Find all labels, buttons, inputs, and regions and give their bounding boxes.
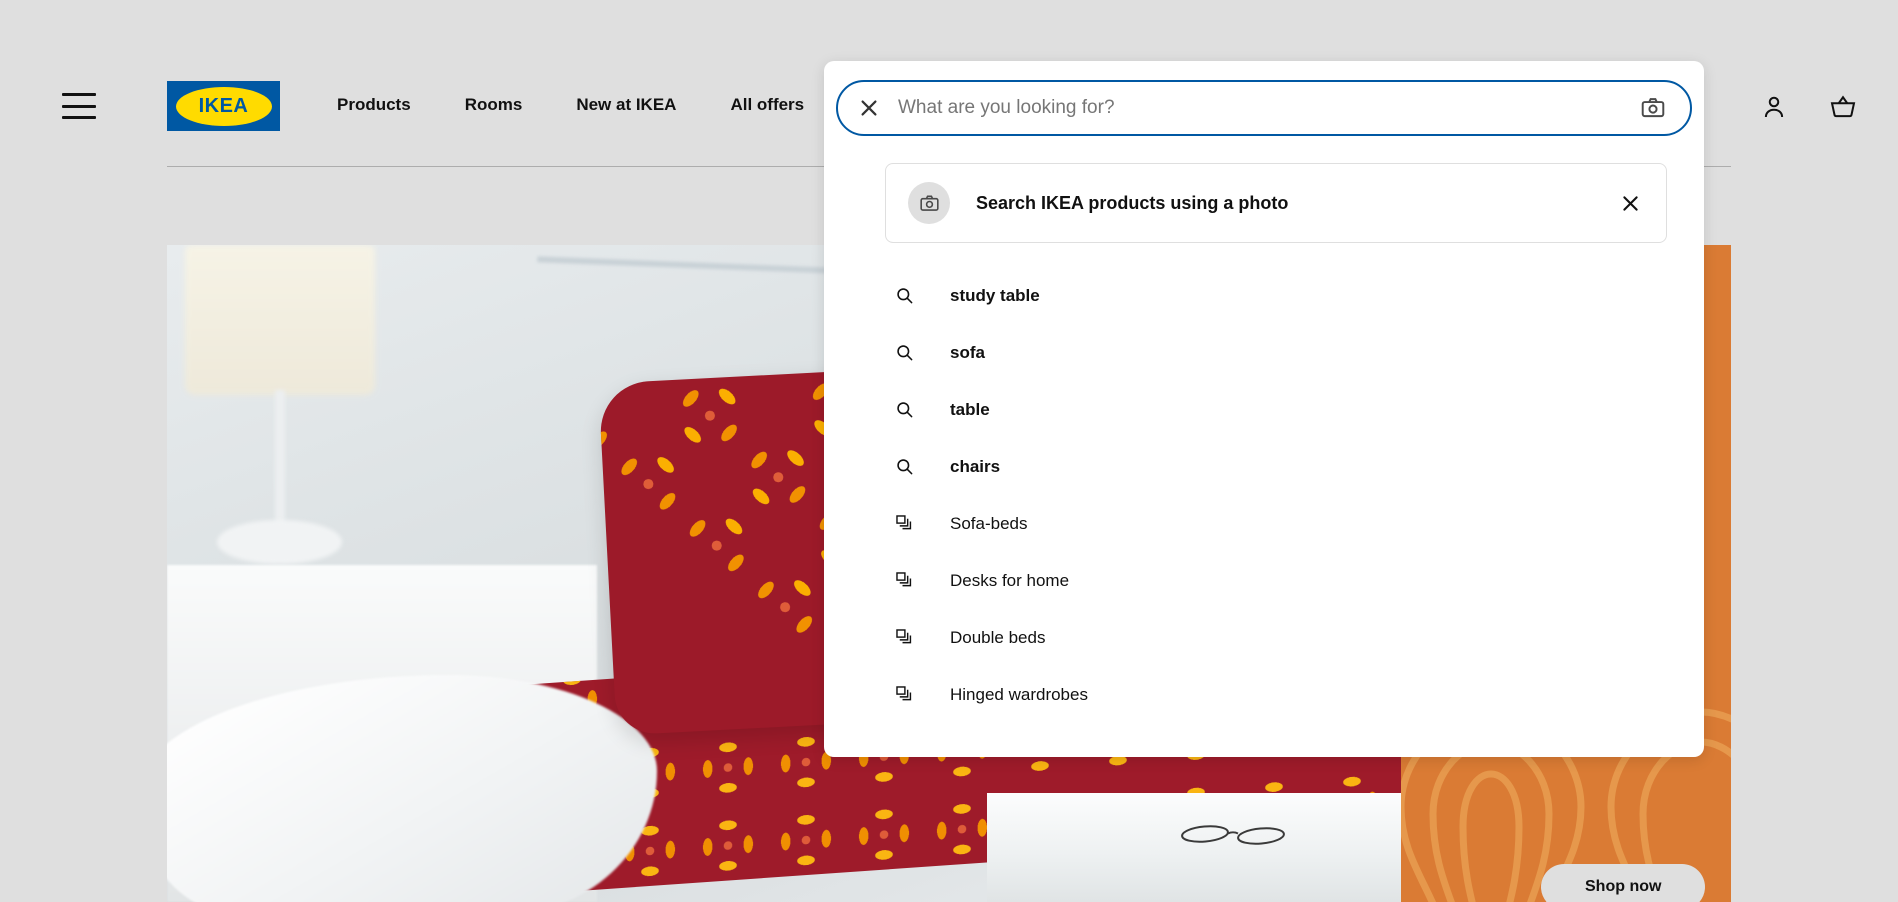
nav-item-rooms[interactable]: Rooms [465, 95, 523, 115]
nav-item-all-offers[interactable]: All offers [730, 95, 804, 115]
eyeglasses [1179, 823, 1291, 845]
hero-cta-button[interactable]: Shop now [1541, 864, 1706, 902]
person-icon[interactable] [1759, 92, 1789, 122]
category-icon [876, 628, 932, 647]
hamburger-icon[interactable] [62, 93, 96, 119]
category-icon [876, 571, 932, 590]
white-duvet [167, 675, 657, 902]
suggestion-label: Hinged wardrobes [950, 684, 1088, 704]
suggestion-label: Sofa-beds [950, 513, 1028, 533]
close-icon[interactable] [844, 82, 894, 134]
suggestion-desks-for-home[interactable]: Desks for home [824, 552, 1704, 609]
shopping-basket-icon[interactable] [1828, 92, 1858, 122]
search-icon [876, 286, 932, 305]
header-actions [1759, 92, 1858, 122]
camera-icon [908, 182, 950, 224]
suggestion-label: Desks for home [950, 570, 1070, 590]
suggestion-sofa[interactable]: sofa [824, 324, 1704, 381]
category-icon [876, 514, 932, 533]
suggestion-table[interactable]: table [824, 381, 1704, 438]
suggestion-label: study table [950, 285, 1040, 305]
suggestion-study-table[interactable]: study table [824, 267, 1704, 324]
suggestion-double-beds[interactable]: Double beds [824, 609, 1704, 666]
suggestion-label: table [950, 399, 990, 419]
category-icon [876, 685, 932, 704]
ikea-homepage: IKEA Products Rooms New at IKEA All offe… [0, 0, 1898, 902]
bedside-table [987, 793, 1401, 902]
close-icon[interactable] [1604, 177, 1656, 229]
lamp-base [217, 520, 342, 564]
suggestion-label: sofa [950, 342, 985, 362]
hamburger-line [62, 93, 96, 96]
suggestion-label: Double beds [950, 627, 1046, 647]
ikea-logo[interactable]: IKEA [167, 81, 280, 131]
camera-icon[interactable] [1624, 82, 1682, 134]
lamp-shade [185, 245, 375, 395]
photo-search-label: Search IKEA products using a photo [976, 192, 1289, 213]
nav-item-new-at-ikea[interactable]: New at IKEA [576, 95, 676, 115]
photo-search-card[interactable]: Search IKEA products using a photo [885, 163, 1667, 243]
search-suggestions-list: study table sofa table chairs Sofa-beds … [824, 267, 1704, 723]
search-field [836, 80, 1692, 136]
lamp-stem [275, 390, 285, 530]
main-navigation: Products Rooms New at IKEA All offers [337, 95, 804, 115]
search-icon [876, 457, 932, 476]
logo-text: IKEA [198, 94, 249, 117]
search-icon [876, 400, 932, 419]
nav-item-products[interactable]: Products [337, 95, 411, 115]
hamburger-line [62, 116, 96, 119]
suggestion-sofa-beds[interactable]: Sofa-beds [824, 495, 1704, 552]
search-input[interactable] [894, 82, 1624, 134]
logo-oval: IKEA [175, 86, 272, 126]
search-overlay-panel: Search IKEA products using a photo study… [824, 61, 1704, 757]
suggestion-hinged-wardrobes[interactable]: Hinged wardrobes [824, 666, 1704, 723]
suggestion-label: chairs [950, 456, 1001, 476]
hamburger-line [62, 104, 96, 108]
suggestion-chairs[interactable]: chairs [824, 438, 1704, 495]
search-icon [876, 343, 932, 362]
